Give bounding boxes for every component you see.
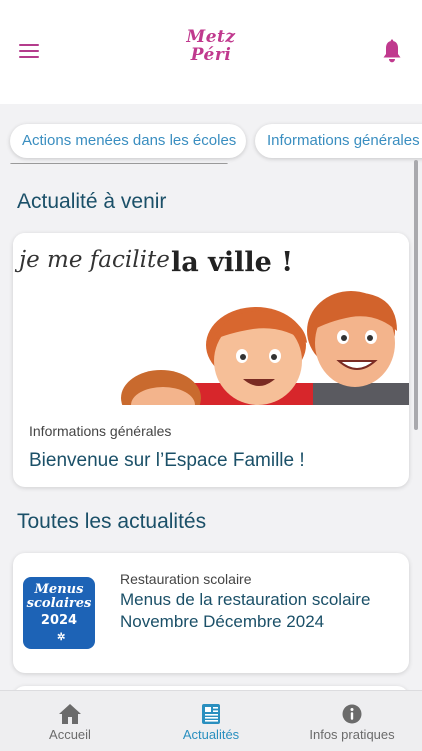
category-filter-bar: Actions menées dans les écoles Informati… — [0, 104, 422, 164]
bell-icon[interactable] — [381, 39, 403, 63]
tab-label-actualites: Actualités — [182, 727, 240, 742]
chip-informations-generales[interactable]: Informations générales — [255, 124, 422, 158]
image-text-2: la ville ! — [171, 247, 293, 278]
section-title-upcoming: Actualité à venir — [17, 190, 167, 213]
thumb-text-2: scolaires — [26, 596, 92, 611]
news-list-item[interactable]: Menus scolaires 2024 ✲ Restauration scol… — [13, 553, 409, 673]
bottom-tab-bar: Accueil Actualités Infos pratiques — [0, 690, 422, 751]
home-icon — [59, 704, 81, 724]
news-title: Menus de la restauration scolaire Novemb… — [120, 590, 371, 631]
image-text-1: je me facilite — [14, 247, 170, 273]
news-category: Restauration scolaire — [120, 571, 252, 587]
tab-actualites[interactable]: Actualités — [141, 691, 281, 751]
news-thumbnail: Menus scolaires 2024 ✲ — [23, 577, 95, 649]
tab-label-infos-pratiques: Infos pratiques — [309, 727, 395, 742]
chip-actions-ecoles[interactable]: Actions menées dans les écoles — [10, 124, 246, 158]
thumb-text-3: 2024 — [40, 613, 78, 628]
featured-news-title: Bienvenue sur l’Espace Famille ! — [29, 450, 305, 471]
app-logo: Metz Péri — [175, 28, 247, 64]
snowflake-icon: ✲ — [57, 632, 66, 643]
thumb-text-1: Menus — [34, 582, 84, 597]
section-title-all-news: Toutes les actualités — [17, 510, 207, 533]
tab-accueil[interactable]: Accueil — [0, 691, 140, 751]
tab-infos-pratiques[interactable]: Infos pratiques — [282, 691, 422, 751]
newspaper-icon — [202, 704, 220, 724]
logo-line-2: Péri — [190, 45, 232, 65]
featured-news-category: Informations générales — [29, 423, 172, 439]
chips-scroll-indicator — [10, 163, 228, 164]
tab-label-accueil: Accueil — [49, 727, 91, 742]
hamburger-menu-icon[interactable] — [19, 44, 39, 60]
app-header: Metz Péri — [0, 0, 422, 104]
vertical-scrollbar[interactable] — [414, 160, 418, 430]
info-icon — [342, 704, 362, 724]
logo-line-1: Metz — [186, 27, 236, 47]
featured-news-image: je me facilite la ville ! — [13, 233, 409, 405]
featured-news-card[interactable]: je me facilite la ville ! Informations g… — [13, 233, 409, 487]
